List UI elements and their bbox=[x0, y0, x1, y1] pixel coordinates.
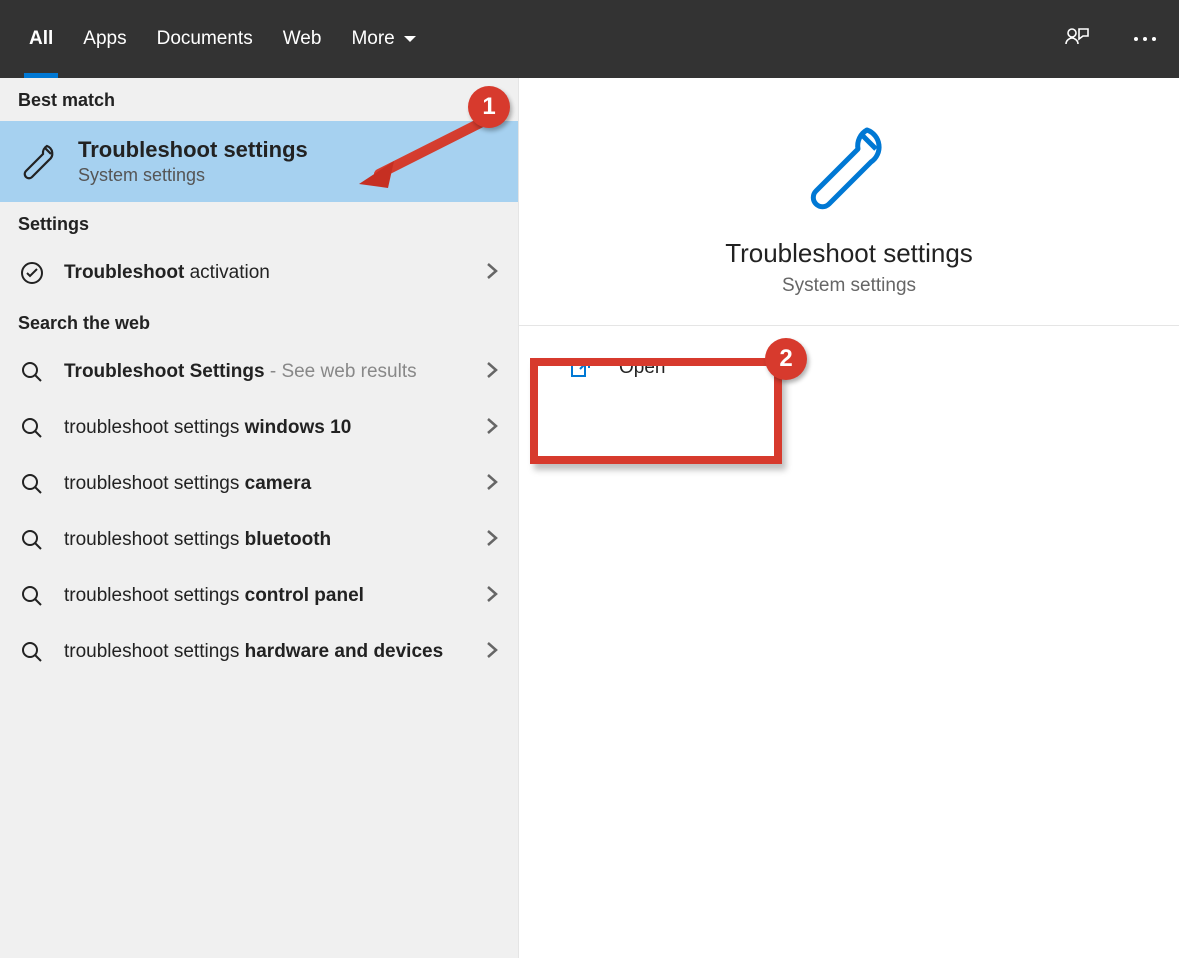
web-result-label: troubleshoot settings bluetooth bbox=[64, 529, 500, 551]
tab-all[interactable]: All bbox=[14, 0, 68, 78]
search-web-header: Search the web bbox=[0, 301, 518, 344]
more-options-icon[interactable] bbox=[1125, 19, 1165, 59]
web-result-5[interactable]: troubleshoot settings hardware and devic… bbox=[0, 624, 518, 680]
checkmark-circle-icon bbox=[18, 259, 46, 287]
chevron-right-icon bbox=[486, 585, 498, 608]
wrench-icon bbox=[18, 141, 60, 183]
web-result-label: troubleshoot settings windows 10 bbox=[64, 417, 500, 439]
tab-all-label: All bbox=[29, 28, 53, 50]
tab-apps-label: Apps bbox=[83, 28, 126, 50]
best-match-title: Troubleshoot settings bbox=[78, 137, 308, 163]
search-icon bbox=[18, 638, 46, 666]
search-icon bbox=[18, 414, 46, 442]
chevron-right-icon bbox=[486, 361, 498, 384]
wrench-icon bbox=[799, 118, 899, 218]
chevron-right-icon bbox=[486, 473, 498, 496]
tab-apps[interactable]: Apps bbox=[68, 0, 141, 78]
settings-header: Settings bbox=[0, 202, 518, 245]
search-icon bbox=[18, 470, 46, 498]
preview-subtitle: System settings bbox=[782, 275, 916, 297]
settings-result-troubleshoot-activation[interactable]: Troubleshoot activation bbox=[0, 245, 518, 301]
preview-title: Troubleshoot settings bbox=[725, 238, 973, 269]
web-result-0[interactable]: Troubleshoot Settings - See web results bbox=[0, 344, 518, 400]
web-result-label: troubleshoot settings hardware and devic… bbox=[64, 641, 500, 663]
settings-result-label: Troubleshoot activation bbox=[64, 262, 500, 284]
best-match-subtitle: System settings bbox=[78, 165, 308, 186]
preview-pane: Troubleshoot settings System settings Op… bbox=[519, 78, 1179, 958]
annotation-badge-2: 2 bbox=[765, 338, 807, 380]
web-result-4[interactable]: troubleshoot settings control panel bbox=[0, 568, 518, 624]
chevron-right-icon bbox=[486, 262, 498, 285]
web-result-2[interactable]: troubleshoot settings camera bbox=[0, 456, 518, 512]
search-icon bbox=[18, 582, 46, 610]
web-result-label: troubleshoot settings control panel bbox=[64, 585, 500, 607]
chevron-right-icon bbox=[486, 417, 498, 440]
top-filter-bar: All Apps Documents Web More bbox=[0, 0, 1179, 78]
search-icon bbox=[18, 358, 46, 386]
web-result-3[interactable]: troubleshoot settings bluetooth bbox=[0, 512, 518, 568]
results-pane: Best match Troubleshoot settings System … bbox=[0, 78, 519, 958]
tab-more-label: More bbox=[351, 28, 394, 50]
open-label: Open bbox=[619, 357, 665, 379]
web-result-label: troubleshoot settings camera bbox=[64, 473, 500, 495]
tab-web[interactable]: Web bbox=[268, 0, 337, 78]
preview-hero: Troubleshoot settings System settings bbox=[519, 78, 1179, 326]
chevron-right-icon bbox=[486, 529, 498, 552]
chevron-right-icon bbox=[486, 641, 498, 664]
tab-web-label: Web bbox=[283, 28, 322, 50]
open-action[interactable]: Open bbox=[519, 326, 1179, 410]
best-match-result[interactable]: Troubleshoot settings System settings bbox=[0, 121, 518, 202]
chevron-down-icon bbox=[403, 28, 417, 50]
feedback-icon[interactable] bbox=[1057, 19, 1097, 59]
tab-documents-label: Documents bbox=[157, 28, 253, 50]
web-result-label: Troubleshoot Settings - See web results bbox=[64, 361, 500, 383]
open-icon bbox=[567, 354, 595, 382]
search-icon bbox=[18, 526, 46, 554]
tab-more[interactable]: More bbox=[336, 0, 431, 78]
annotation-badge-1: 1 bbox=[468, 86, 510, 128]
web-result-1[interactable]: troubleshoot settings windows 10 bbox=[0, 400, 518, 456]
best-match-header: Best match bbox=[0, 78, 518, 121]
tab-documents[interactable]: Documents bbox=[142, 0, 268, 78]
